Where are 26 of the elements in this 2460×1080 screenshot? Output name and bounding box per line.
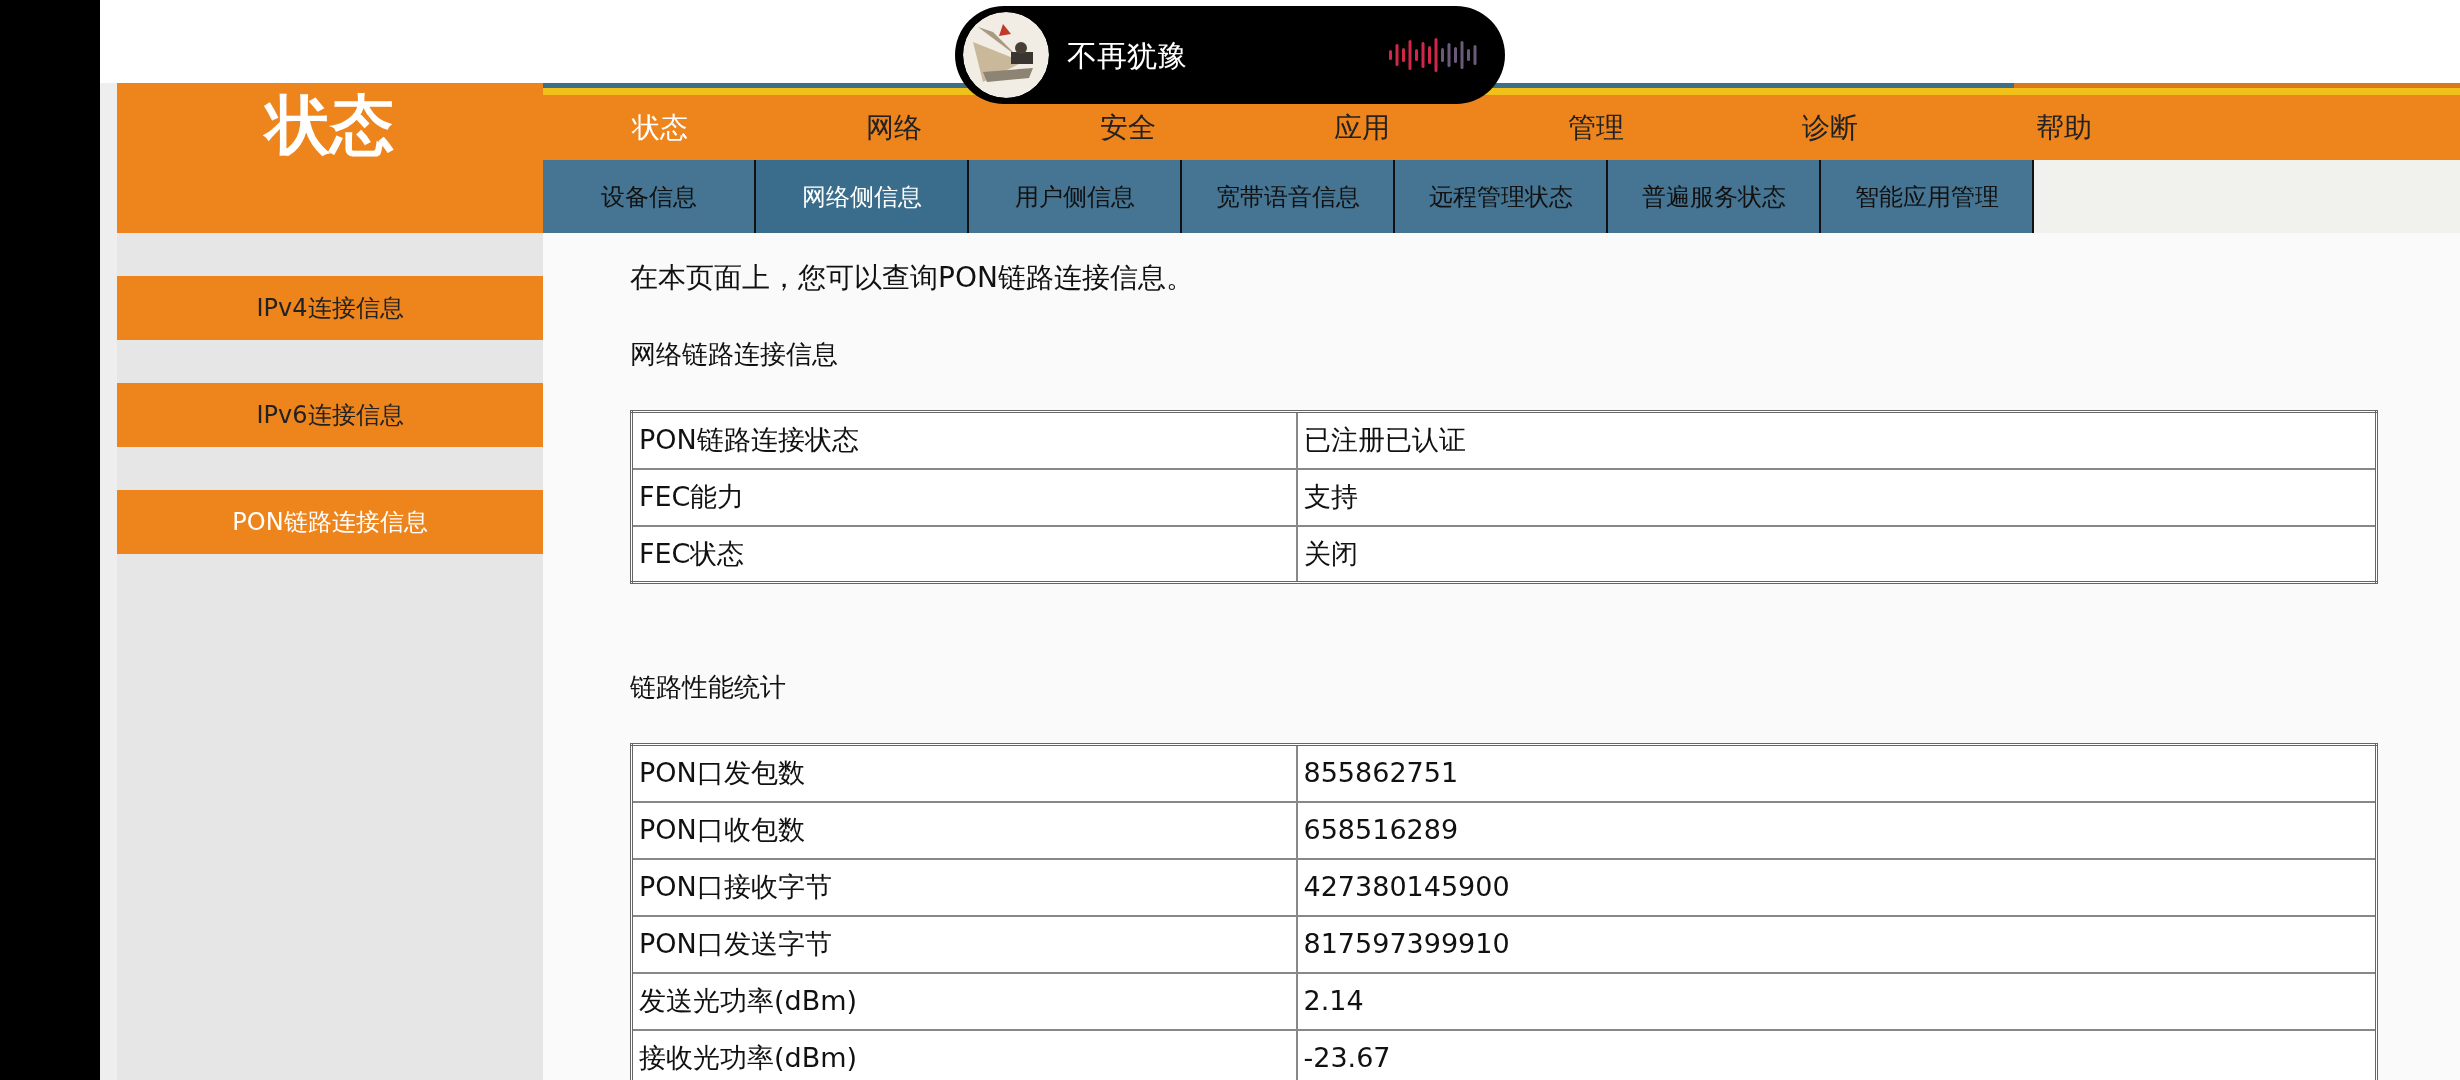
sidebar-item[interactable]: IPv6连接信息 — [117, 383, 543, 447]
table-cell: PON口发送字节 — [631, 915, 1297, 973]
table-cell: FEC能力 — [631, 468, 1297, 526]
subnav-tab[interactable]: 远程管理状态 — [1395, 160, 1608, 233]
table-cell: PON口收包数 — [631, 801, 1297, 859]
intro-text: 在本页面上，您可以查询PON链路连接信息。 — [630, 260, 1195, 296]
subnav-tab[interactable]: 普遍服务状态 — [1608, 160, 1821, 233]
nav-tab[interactable]: 帮助 — [1947, 106, 2181, 149]
table-cell: PON链路连接状态 — [631, 411, 1297, 469]
nav-tab[interactable]: 应用 — [1245, 106, 1479, 149]
sidebar-item[interactable]: IPv4连接信息 — [117, 276, 543, 340]
table-cell: PON口发包数 — [631, 744, 1297, 802]
nav-tab[interactable]: 网络 — [777, 106, 1011, 149]
table-cell: PON口接收字节 — [631, 858, 1297, 916]
song-title: 不再犹豫 — [1067, 36, 1188, 75]
table-cell: 发送光功率(dBm) — [631, 972, 1297, 1030]
subnav-tab[interactable]: 宽带语音信息 — [1182, 160, 1395, 233]
subnav-tab[interactable]: 网络侧信息 — [756, 160, 969, 233]
subnav-tab[interactable]: 设备信息 — [543, 160, 756, 233]
subnav-tab[interactable]: 智能应用管理 — [1821, 160, 2034, 233]
nav-tab[interactable]: 诊断 — [1713, 106, 1947, 149]
section-heading: 链路性能统计 — [630, 671, 787, 704]
subnav-tab[interactable]: 用户侧信息 — [969, 160, 1182, 233]
section-heading: 网络链路连接信息 — [630, 338, 839, 371]
nav-tab[interactable]: 安全 — [1011, 106, 1245, 149]
nav-tab[interactable]: 管理 — [1479, 106, 1713, 149]
